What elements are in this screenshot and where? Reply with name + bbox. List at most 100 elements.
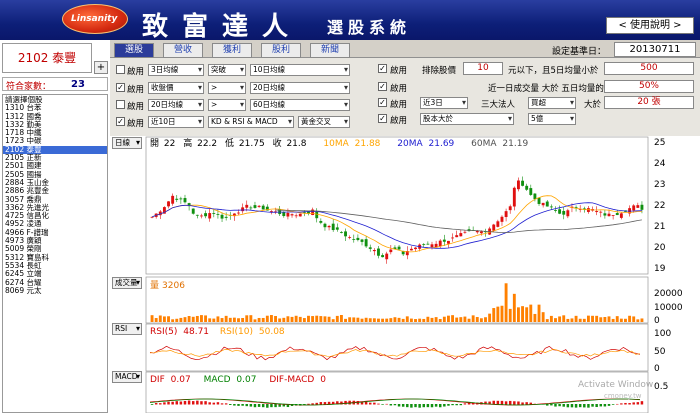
- tab-revenue[interactable]: 營收: [163, 43, 203, 58]
- volume-min-input[interactable]: 500: [604, 62, 694, 75]
- volume-bar: [265, 315, 269, 322]
- volume-bar: [409, 318, 413, 322]
- macd-histogram-bar: [426, 404, 430, 408]
- filter3-select-c[interactable]: 60日均線: [250, 99, 350, 111]
- candle-body: [521, 180, 524, 186]
- filter1-checkbox[interactable]: [116, 65, 125, 74]
- institution-amount-input[interactable]: 20 張: [604, 96, 694, 109]
- candle-body: [562, 210, 566, 215]
- tab-profit[interactable]: 獲利: [212, 43, 252, 58]
- filter4-select-c[interactable]: 黃金交叉: [298, 116, 350, 128]
- volume-bar: [216, 316, 220, 322]
- add-button[interactable]: +: [94, 61, 108, 74]
- candle-body: [191, 208, 195, 214]
- macd-histogram-bar: [154, 403, 158, 405]
- volume-bar: [496, 306, 500, 322]
- filter8-checkbox[interactable]: ✓: [378, 114, 387, 123]
- tab-news[interactable]: 新聞: [310, 43, 350, 58]
- volume-ratio-input[interactable]: 50%: [604, 80, 694, 93]
- filter3-checkbox[interactable]: [116, 100, 125, 109]
- candle-body: [512, 187, 516, 207]
- candle-body: [566, 210, 570, 217]
- candle-body: [315, 211, 319, 219]
- filter4-select-b[interactable]: KD & RSI & MACD: [208, 116, 294, 128]
- macd-histogram-bar: [414, 404, 417, 408]
- filter2-checkbox[interactable]: ✓: [116, 83, 125, 92]
- candle-body: [455, 235, 459, 238]
- stock-list[interactable]: 請選擇個股 1310 台苯 1312 國喬 1332 勤美 1718 中纖 1723 中碳…: [2, 94, 108, 413]
- candle-body: [208, 213, 212, 219]
- macd-histogram-bar: [171, 401, 174, 405]
- help-button[interactable]: < 使用說明 >: [606, 17, 694, 34]
- macd-histogram-bar: [159, 403, 162, 405]
- candle-body: [286, 212, 290, 217]
- volume-bar: [307, 315, 310, 322]
- macd-histogram-bar: [578, 404, 582, 408]
- candle-body: [212, 213, 216, 214]
- price-tick-label: 23: [654, 180, 665, 190]
- filter5-checkbox[interactable]: ✓: [378, 64, 387, 73]
- exclude-price-input[interactable]: 10: [463, 62, 503, 75]
- volume-bar: [261, 317, 265, 322]
- filter2-select-a[interactable]: 收盤價: [148, 82, 204, 94]
- watermark-source: cmoney.tw: [604, 392, 642, 400]
- macd-histogram-bar: [401, 404, 405, 407]
- volume-bar: [323, 316, 327, 322]
- macd-axis: 0.5: [654, 382, 668, 392]
- filter2-select-b[interactable]: >: [208, 82, 246, 94]
- macd-histogram-bar: [319, 402, 323, 405]
- filter4-select-a[interactable]: 近10日: [148, 116, 204, 128]
- macd-histogram-bar: [418, 404, 421, 408]
- filter3-select-b[interactable]: >: [208, 99, 246, 111]
- filter4-checkbox[interactable]: ✓: [116, 117, 125, 126]
- macd-histogram-bar: [385, 403, 388, 405]
- volume-bar: [541, 312, 545, 322]
- filter1-select-c[interactable]: 10日均線: [250, 64, 350, 76]
- volume-bar: [364, 317, 368, 322]
- volume-bar: [426, 316, 430, 322]
- candle-body: [298, 213, 302, 217]
- macd-histogram-bar: [508, 400, 512, 405]
- capital-amount-select[interactable]: 5億: [528, 113, 576, 125]
- volume-bar: [508, 308, 512, 322]
- macd-histogram-bar: [447, 404, 450, 406]
- rsi-tick-label: 50: [654, 347, 666, 357]
- stock-list-item[interactable]: 8069 元太: [3, 286, 107, 295]
- filter2-select-c[interactable]: 20日均線: [250, 82, 350, 94]
- tab-stock-pick[interactable]: 選股: [114, 43, 154, 58]
- volume-bar: [200, 315, 203, 322]
- filter6-checkbox[interactable]: ✓: [378, 82, 387, 91]
- candle-body: [525, 185, 529, 190]
- institution-action-select[interactable]: 買超: [528, 97, 576, 109]
- candle-body: [204, 213, 208, 217]
- macd-histogram-bar: [191, 401, 195, 405]
- price-panel-frame: [145, 136, 649, 275]
- candle-body: [438, 240, 442, 247]
- candle-body: [360, 239, 364, 242]
- price-tick-label: 22: [654, 201, 665, 211]
- volume-bar: [628, 315, 632, 322]
- filter4-label: 啟用: [127, 119, 145, 129]
- volume-bar: [352, 317, 356, 322]
- tab-dividend[interactable]: 股利: [261, 43, 301, 58]
- filter1-select-b[interactable]: 突破: [208, 64, 246, 76]
- institution-days-select[interactable]: 近3日: [420, 97, 468, 109]
- filter7-checkbox[interactable]: ✓: [378, 98, 387, 107]
- capital-select[interactable]: 股本大於: [420, 113, 514, 125]
- candle-body: [167, 201, 170, 207]
- candle-body: [364, 239, 368, 247]
- candle-body: [257, 205, 261, 207]
- macd-histogram-bar: [373, 402, 376, 405]
- filter1-select-a[interactable]: 3日均線: [148, 64, 204, 76]
- candle-body: [414, 247, 417, 250]
- volume-info: 量 3206: [150, 280, 185, 291]
- candle-body: [195, 214, 199, 216]
- base-date-input[interactable]: 20130711: [614, 42, 696, 57]
- candle-body: [183, 198, 187, 203]
- macd-histogram-bar: [558, 404, 561, 407]
- app-subtitle: 選股系統: [327, 18, 412, 37]
- candle-body: [224, 216, 228, 218]
- candle-body: [241, 207, 245, 212]
- volume-bar: [475, 317, 479, 322]
- filter3-select-a[interactable]: 20日均線: [148, 99, 204, 111]
